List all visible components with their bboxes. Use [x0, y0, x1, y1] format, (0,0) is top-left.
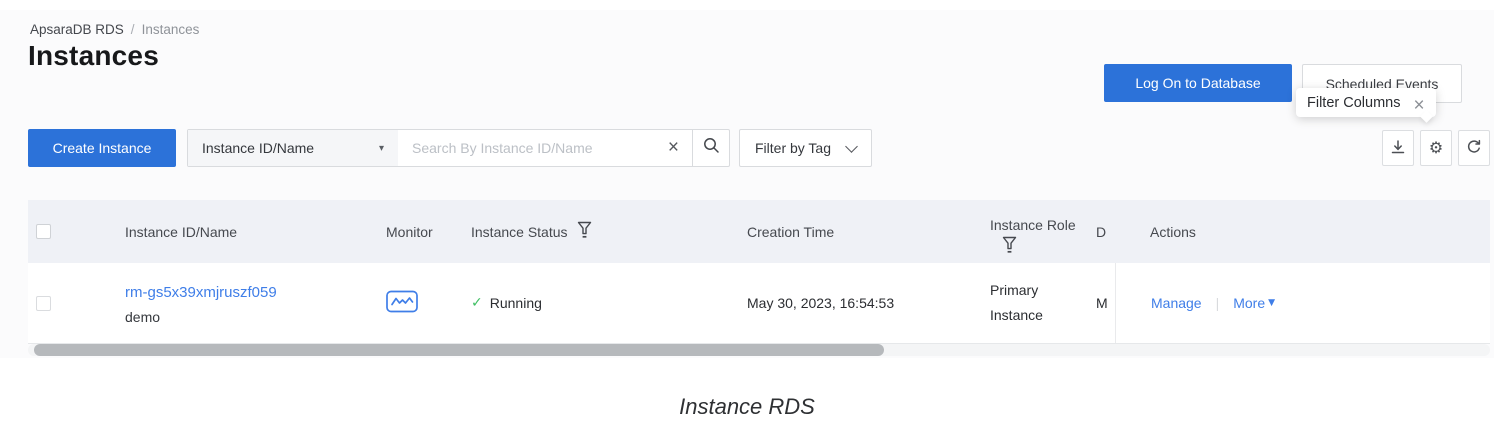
- instance-id-link[interactable]: rm-gs5x39xmjruszf059: [125, 284, 277, 301]
- search-category-dropdown[interactable]: Instance ID/Name ▾: [188, 130, 398, 166]
- instance-role: Primary Instance: [990, 278, 1062, 328]
- column-header-role: Instance Role: [990, 217, 1076, 233]
- actions-divider: |: [1216, 295, 1220, 311]
- breadcrumb-current: Instances: [142, 22, 200, 37]
- table-header-row: Instance ID/Name Monitor Instance Status…: [28, 200, 1490, 263]
- page-title: Instances: [28, 40, 159, 72]
- manage-link[interactable]: Manage: [1151, 295, 1202, 311]
- table-row: rm-gs5x39xmjruszf059 demo ✓ Running May …: [28, 263, 1490, 344]
- close-icon[interactable]: ×: [1413, 96, 1424, 115]
- refresh-button[interactable]: [1458, 130, 1490, 166]
- column-header-status: Instance Status: [471, 224, 568, 240]
- column-header-clipped: D: [1096, 200, 1115, 263]
- instance-name: demo: [125, 305, 386, 329]
- chevron-down-icon: [845, 140, 858, 153]
- download-icon: [1390, 139, 1406, 158]
- column-header-monitor: Monitor: [386, 200, 471, 263]
- clear-search-icon[interactable]: ×: [668, 138, 679, 157]
- search-input[interactable]: [398, 130, 662, 166]
- filter-columns-label: Filter Columns: [1307, 95, 1400, 111]
- export-download-button[interactable]: [1382, 130, 1414, 166]
- status-badge: Running: [490, 295, 542, 311]
- more-link[interactable]: More: [1233, 295, 1265, 311]
- column-header-actions: Actions: [1115, 200, 1490, 263]
- filter-by-tag-dropdown[interactable]: Filter by Tag: [739, 129, 872, 167]
- monitor-chart-icon[interactable]: [386, 290, 418, 316]
- horizontal-scrollbar-track[interactable]: [28, 344, 1490, 356]
- filter-by-tag-label: Filter by Tag: [755, 140, 831, 156]
- status-ok-check-icon: ✓: [471, 295, 483, 311]
- log-on-to-database-button[interactable]: Log On to Database: [1104, 64, 1292, 102]
- breadcrumb-root-link[interactable]: ApsaraDB RDS: [30, 22, 124, 37]
- breadcrumb-separator: /: [131, 22, 135, 37]
- search-icon: [703, 137, 720, 159]
- column-header-instance: Instance ID/Name: [125, 200, 386, 263]
- image-caption: Instance RDS: [0, 394, 1494, 420]
- breadcrumb: ApsaraDB RDS / Instances: [30, 22, 199, 37]
- clipped-cell: M: [1096, 263, 1115, 343]
- row-checkbox[interactable]: [36, 296, 51, 311]
- select-all-checkbox[interactable]: [36, 224, 51, 239]
- search-category-value: Instance ID/Name: [202, 140, 314, 156]
- horizontal-scrollbar-thumb[interactable]: [34, 344, 884, 356]
- instance-search-combo: Instance ID/Name ▾ ×: [187, 129, 730, 167]
- filter-columns-tooltip: Filter Columns ×: [1296, 88, 1436, 117]
- column-header-created: Creation Time: [747, 200, 990, 263]
- column-settings-button[interactable]: ⚙: [1420, 130, 1452, 166]
- status-filter-funnel-icon[interactable]: [577, 221, 592, 242]
- page: ApsaraDB RDS / Instances Instances Log On …: [0, 0, 1494, 446]
- create-instance-button[interactable]: Create Instance: [28, 129, 176, 167]
- refresh-icon: [1466, 139, 1482, 158]
- search-submit-button[interactable]: [692, 130, 729, 166]
- creation-time: May 30, 2023, 16:54:53: [747, 263, 990, 343]
- caret-down-icon: ▼: [1268, 298, 1275, 308]
- gear-icon: ⚙: [1429, 140, 1443, 156]
- role-filter-funnel-icon[interactable]: [1002, 236, 1082, 257]
- caret-down-icon: ▾: [379, 143, 384, 154]
